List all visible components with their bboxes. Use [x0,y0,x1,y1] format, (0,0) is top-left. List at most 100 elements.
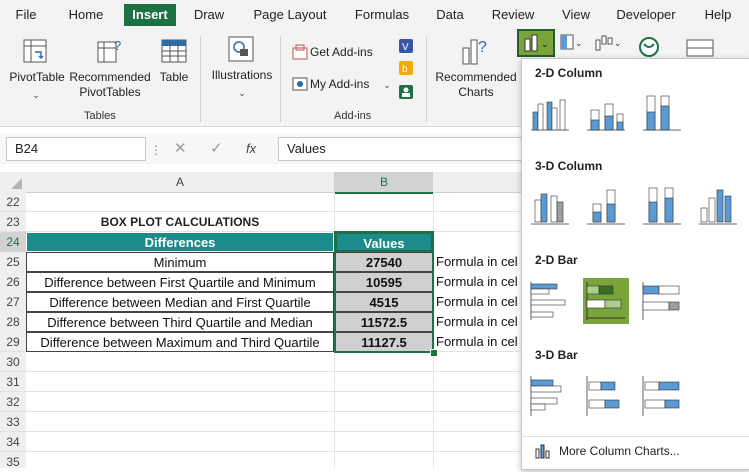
3d-stacked-bar-option[interactable] [583,372,629,418]
3d-map-icon[interactable] [638,36,660,58]
clustered-bar-chart-option[interactable] [527,278,573,324]
stacked-bar-chart-option[interactable] [583,278,629,324]
menu-draw[interactable]: Draw [192,4,226,26]
table-row-label[interactable]: Difference between Third Quartile and Me… [26,312,334,332]
waterfall-chart-icon[interactable]: ⌄ [594,34,622,52]
illustrations-icon[interactable] [228,36,254,62]
formula-note[interactable]: Formula in cel [436,312,520,332]
3d-clustered-column-option[interactable] [527,182,573,228]
cancel-icon[interactable]: ✕ [174,141,190,157]
recommended-charts-button[interactable]: Recommended Charts [432,70,520,100]
people-graph-icon[interactable] [398,84,414,100]
gridline [433,192,434,468]
section-3d-column: 3-D Column [535,159,603,173]
insert-function-icon[interactable]: fx [246,141,262,157]
row-header[interactable]: 24 [0,232,26,252]
pivottable-icon[interactable] [22,38,50,66]
menu-home[interactable]: Home [66,4,106,26]
formula-input[interactable]: Values [278,137,528,161]
recommended-pivottables-button[interactable]: Recommended PivotTables [68,70,152,100]
row-header[interactable]: 34 [0,432,26,452]
table-row-label[interactable]: Difference between First Quartile and Mi… [26,272,334,292]
menu-data[interactable]: Data [434,4,466,26]
illustrations-button[interactable]: Illustrations [206,68,278,83]
column-chart-icon [534,443,550,459]
formula-note[interactable]: Formula in cel [436,332,520,352]
column-header-b[interactable]: B [335,172,433,194]
table-row-label[interactable]: Minimum [26,252,334,272]
row-header[interactable]: 29 [0,332,26,352]
stacked-column-chart-option[interactable] [583,90,629,136]
row-header[interactable]: 35 [0,452,26,469]
row-header[interactable]: 32 [0,392,26,412]
formula-note[interactable]: Formula in cel [436,272,520,292]
svg-text:⌄: ⌄ [541,39,549,49]
select-all-corner[interactable] [0,172,26,192]
section-3d-bar: 3-D Bar [535,348,578,362]
menu-insert[interactable]: Insert [124,4,176,26]
row-header[interactable]: 28 [0,312,26,332]
table-button[interactable]: Table [156,70,192,85]
row-header[interactable]: 27 [0,292,26,312]
3d-100-stacked-bar-option[interactable] [639,372,685,418]
menu-help[interactable]: Help [702,4,734,26]
my-addins-icon [292,76,308,92]
section-2d-column: 2-D Column [535,66,603,80]
row-header[interactable]: 25 [0,252,26,272]
hierarchy-chart-icon[interactable]: ⌄ [560,34,584,52]
formula-note[interactable]: Formula in cel [436,252,520,272]
menu-review[interactable]: Review [490,4,536,26]
visio-icon[interactable]: V [398,38,414,54]
bing-icon[interactable]: b [398,60,414,76]
chevron-down-icon[interactable]: ⌄ [382,78,392,93]
row-header[interactable]: 23 [0,212,26,232]
recommended-pivot-line2: PivotTables [79,85,141,99]
enter-icon[interactable]: ✓ [210,141,226,157]
insert-column-chart-button[interactable]: ⌄ [517,29,555,57]
chevron-down-icon[interactable]: ⌄ [30,88,42,103]
chevron-down-icon[interactable]: ⌄ [236,86,248,101]
3d-stacked-column-option[interactable] [583,182,629,228]
table-row-value[interactable]: 4515 [335,292,433,312]
row-header[interactable]: 22 [0,192,26,212]
menu-formulas[interactable]: Formulas [352,4,412,26]
recommended-charts-icon[interactable]: ? [460,36,490,66]
row-header[interactable]: 26 [0,272,26,292]
100-stacked-bar-chart-option[interactable] [639,278,685,324]
clustered-column-chart-option[interactable] [527,90,573,136]
100-stacked-column-chart-option[interactable] [639,90,685,136]
menu-file[interactable]: File [12,4,40,26]
table-row-value[interactable]: 10595 [335,272,433,292]
addins-group-label: Add-ins [334,110,372,122]
3d-100-stacked-column-option[interactable] [639,182,685,228]
pivottable-button[interactable]: PivotTable [6,70,68,85]
column-header-a[interactable]: A [26,172,335,192]
formula-note[interactable]: Formula in cel [436,292,520,312]
get-addins-button[interactable]: Get Add-ins [310,45,380,60]
sheet-title[interactable]: BOX PLOT CALCULATIONS [26,212,334,232]
recommended-charts-line1: Recommended [435,70,517,84]
table-row-value[interactable]: 11127.5 [335,332,433,352]
header-values[interactable]: Values [335,232,433,252]
row-header[interactable]: 30 [0,352,26,372]
recommended-pivottables-icon[interactable]: ? [96,38,124,66]
menu-view[interactable]: View [560,4,592,26]
menu-developer[interactable]: Developer [614,4,678,26]
table-row-value[interactable]: 11572.5 [335,312,433,332]
more-column-charts-link[interactable]: More Column Charts... [559,443,739,459]
menu-page-layout[interactable]: Page Layout [252,4,328,26]
table-row-label[interactable]: Difference between Median and First Quar… [26,292,334,312]
name-box[interactable]: B24 [6,137,146,161]
3d-column-option[interactable] [695,182,741,228]
table-row-value[interactable]: 27540 [335,252,433,272]
row-header[interactable]: 31 [0,372,26,392]
header-differences[interactable]: Differences [26,232,334,252]
my-addins-button[interactable]: My Add-ins [310,77,380,92]
menu-divider [521,436,749,437]
fill-handle[interactable] [430,349,438,357]
sparkline-icon[interactable] [686,38,714,58]
table-icon[interactable] [160,38,188,66]
row-header[interactable]: 33 [0,412,26,432]
3d-clustered-bar-option[interactable] [527,372,573,418]
table-row-label[interactable]: Difference between Maximum and Third Qua… [26,332,334,352]
